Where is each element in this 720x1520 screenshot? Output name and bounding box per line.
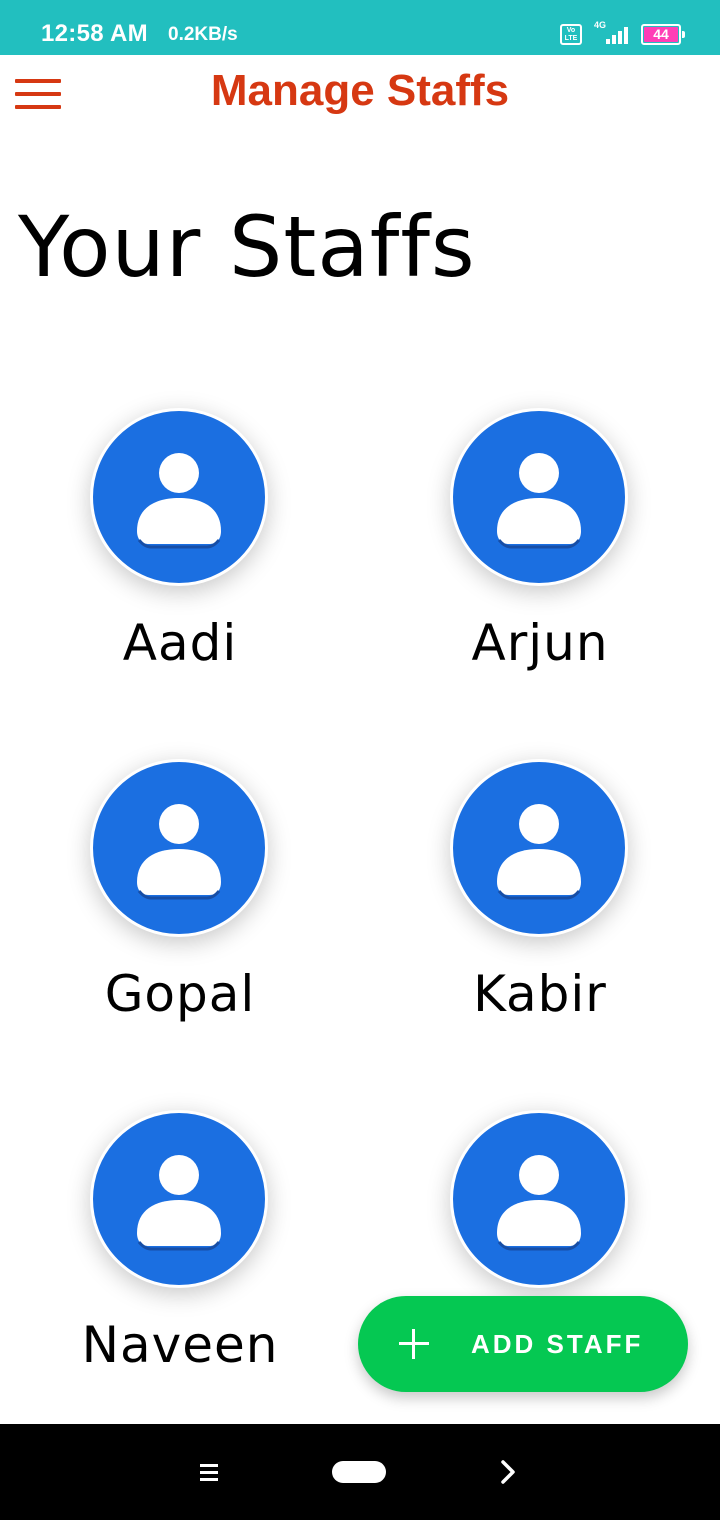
recents-menu-icon[interactable] <box>196 1462 224 1484</box>
back-chevron-icon[interactable] <box>494 1458 522 1486</box>
staff-name: Gopal <box>104 965 256 1023</box>
staff-name: Aadi <box>122 614 238 672</box>
person-icon <box>497 453 581 549</box>
avatar <box>450 408 628 586</box>
staff-card-gopal[interactable]: Gopal <box>20 759 340 1059</box>
staff-name: Arjun <box>471 614 609 672</box>
staff-name: Naveen <box>81 1316 279 1374</box>
staff-grid: Aadi Arjun Gopal Kabir Naveen <box>0 0 720 1424</box>
staff-card-kabir[interactable]: Kabir <box>380 759 700 1059</box>
avatar <box>90 408 268 586</box>
avatar <box>450 1110 628 1288</box>
add-staff-label: ADD STAFF <box>471 1329 644 1359</box>
person-icon <box>137 804 221 900</box>
home-pill-icon[interactable] <box>332 1461 386 1483</box>
staff-card-naveen[interactable]: Naveen <box>20 1110 340 1410</box>
person-icon <box>497 804 581 900</box>
person-icon <box>137 453 221 549</box>
person-icon <box>137 1155 221 1251</box>
person-icon <box>497 1155 581 1251</box>
staff-card-aadi[interactable]: Aadi <box>20 408 340 708</box>
add-staff-button[interactable]: ADD STAFF <box>358 1296 688 1392</box>
avatar <box>90 759 268 937</box>
staff-card-arjun[interactable]: Arjun <box>380 408 700 708</box>
avatar <box>90 1110 268 1288</box>
staff-name: Kabir <box>473 965 607 1023</box>
plus-icon <box>398 1328 430 1360</box>
avatar <box>450 759 628 937</box>
